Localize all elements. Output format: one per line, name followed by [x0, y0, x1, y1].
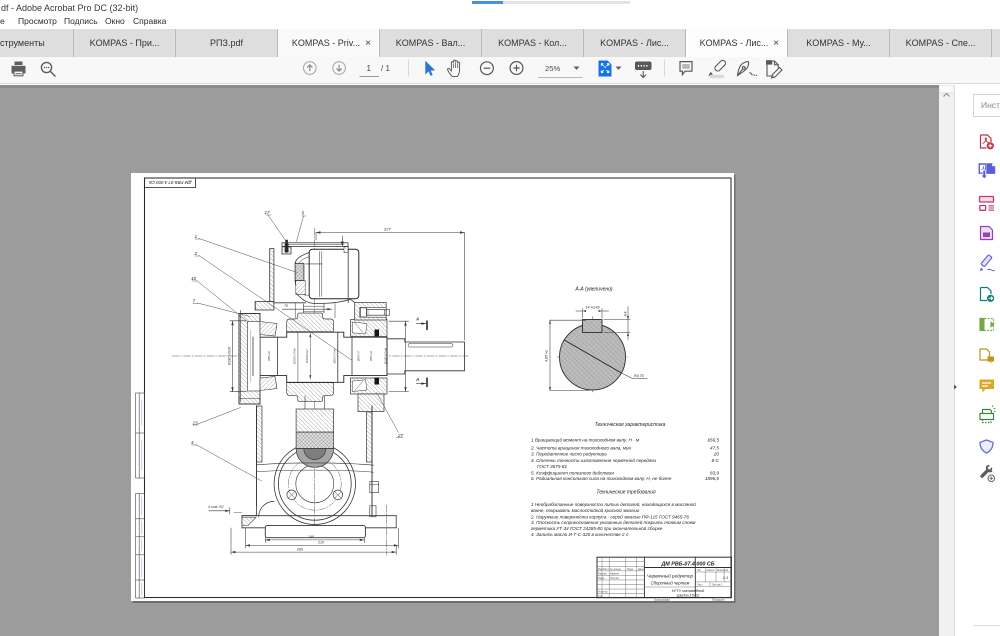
svg-text:7: 7: [193, 299, 196, 304]
svg-text:Петров: Петров: [610, 576, 619, 580]
svg-text:8-С: 8-С: [712, 458, 720, 463]
svg-text:17: 17: [265, 210, 271, 215]
svg-text:210: 210: [317, 541, 324, 545]
svg-text:Формат: Формат: [712, 598, 725, 601]
svg-text:группа 15-02: группа 15-02: [677, 594, 701, 598]
svg-text:R4,75: R4,75: [634, 374, 644, 378]
svg-text:4. Степень точности изготовлен: 4. Степень точности изготовления червячн…: [531, 457, 656, 463]
svg-text:4,85 ч1: 4,85 ч1: [545, 350, 549, 362]
svg-text:27: 27: [397, 433, 404, 438]
svg-text:№ докум.: № докум.: [610, 568, 622, 571]
svg-text:Дата: Дата: [638, 567, 644, 571]
svg-text:Масштаб: Масштаб: [717, 568, 729, 572]
svg-text:20: 20: [713, 452, 720, 457]
svg-text:Ø350х2у7: Ø350х2у7: [305, 349, 309, 364]
svg-text:4,4: 4,4: [624, 312, 628, 317]
svg-text:1: 1: [195, 234, 198, 239]
svg-text:Н.контр.: Н.контр.: [598, 590, 608, 594]
svg-text:14 +0,43: 14 +0,43: [585, 305, 599, 309]
svg-text:Техническая характеристика: Техническая характеристика: [595, 422, 666, 428]
svg-text:А-А (увеличено): А-А (увеличено): [574, 287, 613, 293]
svg-text:ДМ РВБ-07.4.000 СБ: ДМ РВБ-07.4.000 СБ: [149, 180, 193, 185]
svg-text:2: 2: [194, 251, 198, 256]
svg-text:13: 13: [193, 421, 199, 426]
svg-text:Ø85 к6: Ø85 к6: [267, 351, 271, 362]
svg-text:Червячный редуктор: Червячный редуктор: [647, 573, 693, 579]
svg-text:Пров.: Пров.: [598, 576, 605, 580]
svg-text:Сборочный чертеж: Сборочный чертеж: [651, 581, 691, 586]
svg-text:Масса: Масса: [707, 568, 715, 572]
svg-text:5. Коэффициент полезного дейст: 5. Коэффициент полезного действия: [531, 469, 614, 475]
svg-text:Листов 1: Листов 1: [712, 583, 723, 587]
svg-text:2. Наружные поверхности корпус: 2. Наружные поверхности корпуса - серой …: [530, 513, 689, 519]
svg-text:70: 70: [284, 304, 288, 308]
svg-text:47,5: 47,5: [710, 445, 719, 450]
svg-text:Разраб.: Разраб.: [598, 572, 608, 576]
svg-text:10: 10: [191, 276, 197, 281]
svg-text:1896,5: 1896,5: [705, 476, 719, 481]
svg-text:Ø65 Н7: Ø65 Н7: [356, 351, 360, 363]
svg-text:1 Вращающий момент на тихоход: 1 Вращающий момент на тихоходном валу, Н…: [531, 437, 640, 443]
svg-text:140: 140: [308, 535, 314, 539]
svg-text:А: А: [415, 317, 419, 322]
svg-text:656,5: 656,5: [708, 438, 720, 443]
svg-text:Ø295 Н7/к6: Ø295 Н7/к6: [292, 348, 296, 365]
svg-text:4. Залить масло И-Т-С-320 в ко: 4. Залить масло И-Т-С-320 в количестве 2…: [531, 532, 629, 537]
svg-text:3. Передаточное число редуктор: 3. Передаточное число редуктора: [531, 452, 607, 457]
svg-text:1:1: 1:1: [723, 575, 729, 580]
svg-text:А: А: [415, 377, 419, 382]
svg-text:3. Плоскость соприкосновения у: 3. Плоскость соприкосновения указанных д…: [531, 519, 696, 525]
svg-text:4 отв. R2: 4 отв. R2: [208, 505, 224, 509]
svg-text:6. Радиальная консольная сила: 6. Радиальная консольная сила на тихоход…: [531, 476, 672, 481]
svg-text:83,9: 83,9: [710, 470, 719, 475]
svg-text:Подп.: Подп.: [627, 567, 634, 571]
svg-text:ГОСТ 3675-81: ГОСТ 3675-81: [537, 464, 567, 469]
svg-text:2. Частота вращения тихоходног: 2. Частота вращения тихоходного вала, ми…: [530, 445, 632, 450]
svg-text:герметика УТ-34 ГОСТ 24285-80: герметика УТ-34 ГОСТ 24285-80 при оконча…: [531, 525, 663, 531]
svg-text:Иванов: Иванов: [610, 572, 620, 576]
svg-text:289: 289: [296, 547, 303, 551]
svg-text:Ø100 Н7/л6: Ø100 Н7/л6: [384, 348, 388, 366]
svg-text:Ø80 Н7/л6: Ø80 Н7/л6: [332, 348, 336, 364]
svg-text:5: 5: [302, 211, 305, 216]
svg-text:ванне, покрывать маслостойкой: ванне, покрывать маслостойкой красной эм…: [531, 507, 640, 513]
svg-text:Копировал: Копировал: [654, 598, 670, 601]
svg-text:1: 1: [367, 64, 372, 73]
svg-text:Утв.: Утв.: [598, 594, 603, 598]
svg-text:ДМ РВБ-07.4.000 СБ: ДМ РВБ-07.4.000 СБ: [660, 561, 714, 567]
svg-text:Лист: Лист: [697, 583, 703, 587]
svg-text:4: 4: [191, 440, 194, 445]
svg-text:1 Необработанные поверхности: 1 Необработанные поверхности литых детал…: [531, 501, 696, 507]
svg-text:Лист: Лист: [603, 567, 609, 571]
svg-text:/ 1: / 1: [381, 64, 390, 73]
svg-text:25%: 25%: [545, 64, 560, 73]
svg-text:227: 227: [383, 227, 391, 232]
svg-text:Лит.: Лит.: [697, 568, 702, 572]
svg-text:Технические требования: Технические требования: [596, 489, 656, 495]
svg-text:Ø65 е6: Ø65 е6: [369, 351, 373, 362]
svg-text:НГТУ им/заведной: НГТУ им/заведной: [672, 589, 705, 593]
svg-text:Ø180 Н7/л6: Ø180 Н7/л6: [228, 347, 232, 366]
